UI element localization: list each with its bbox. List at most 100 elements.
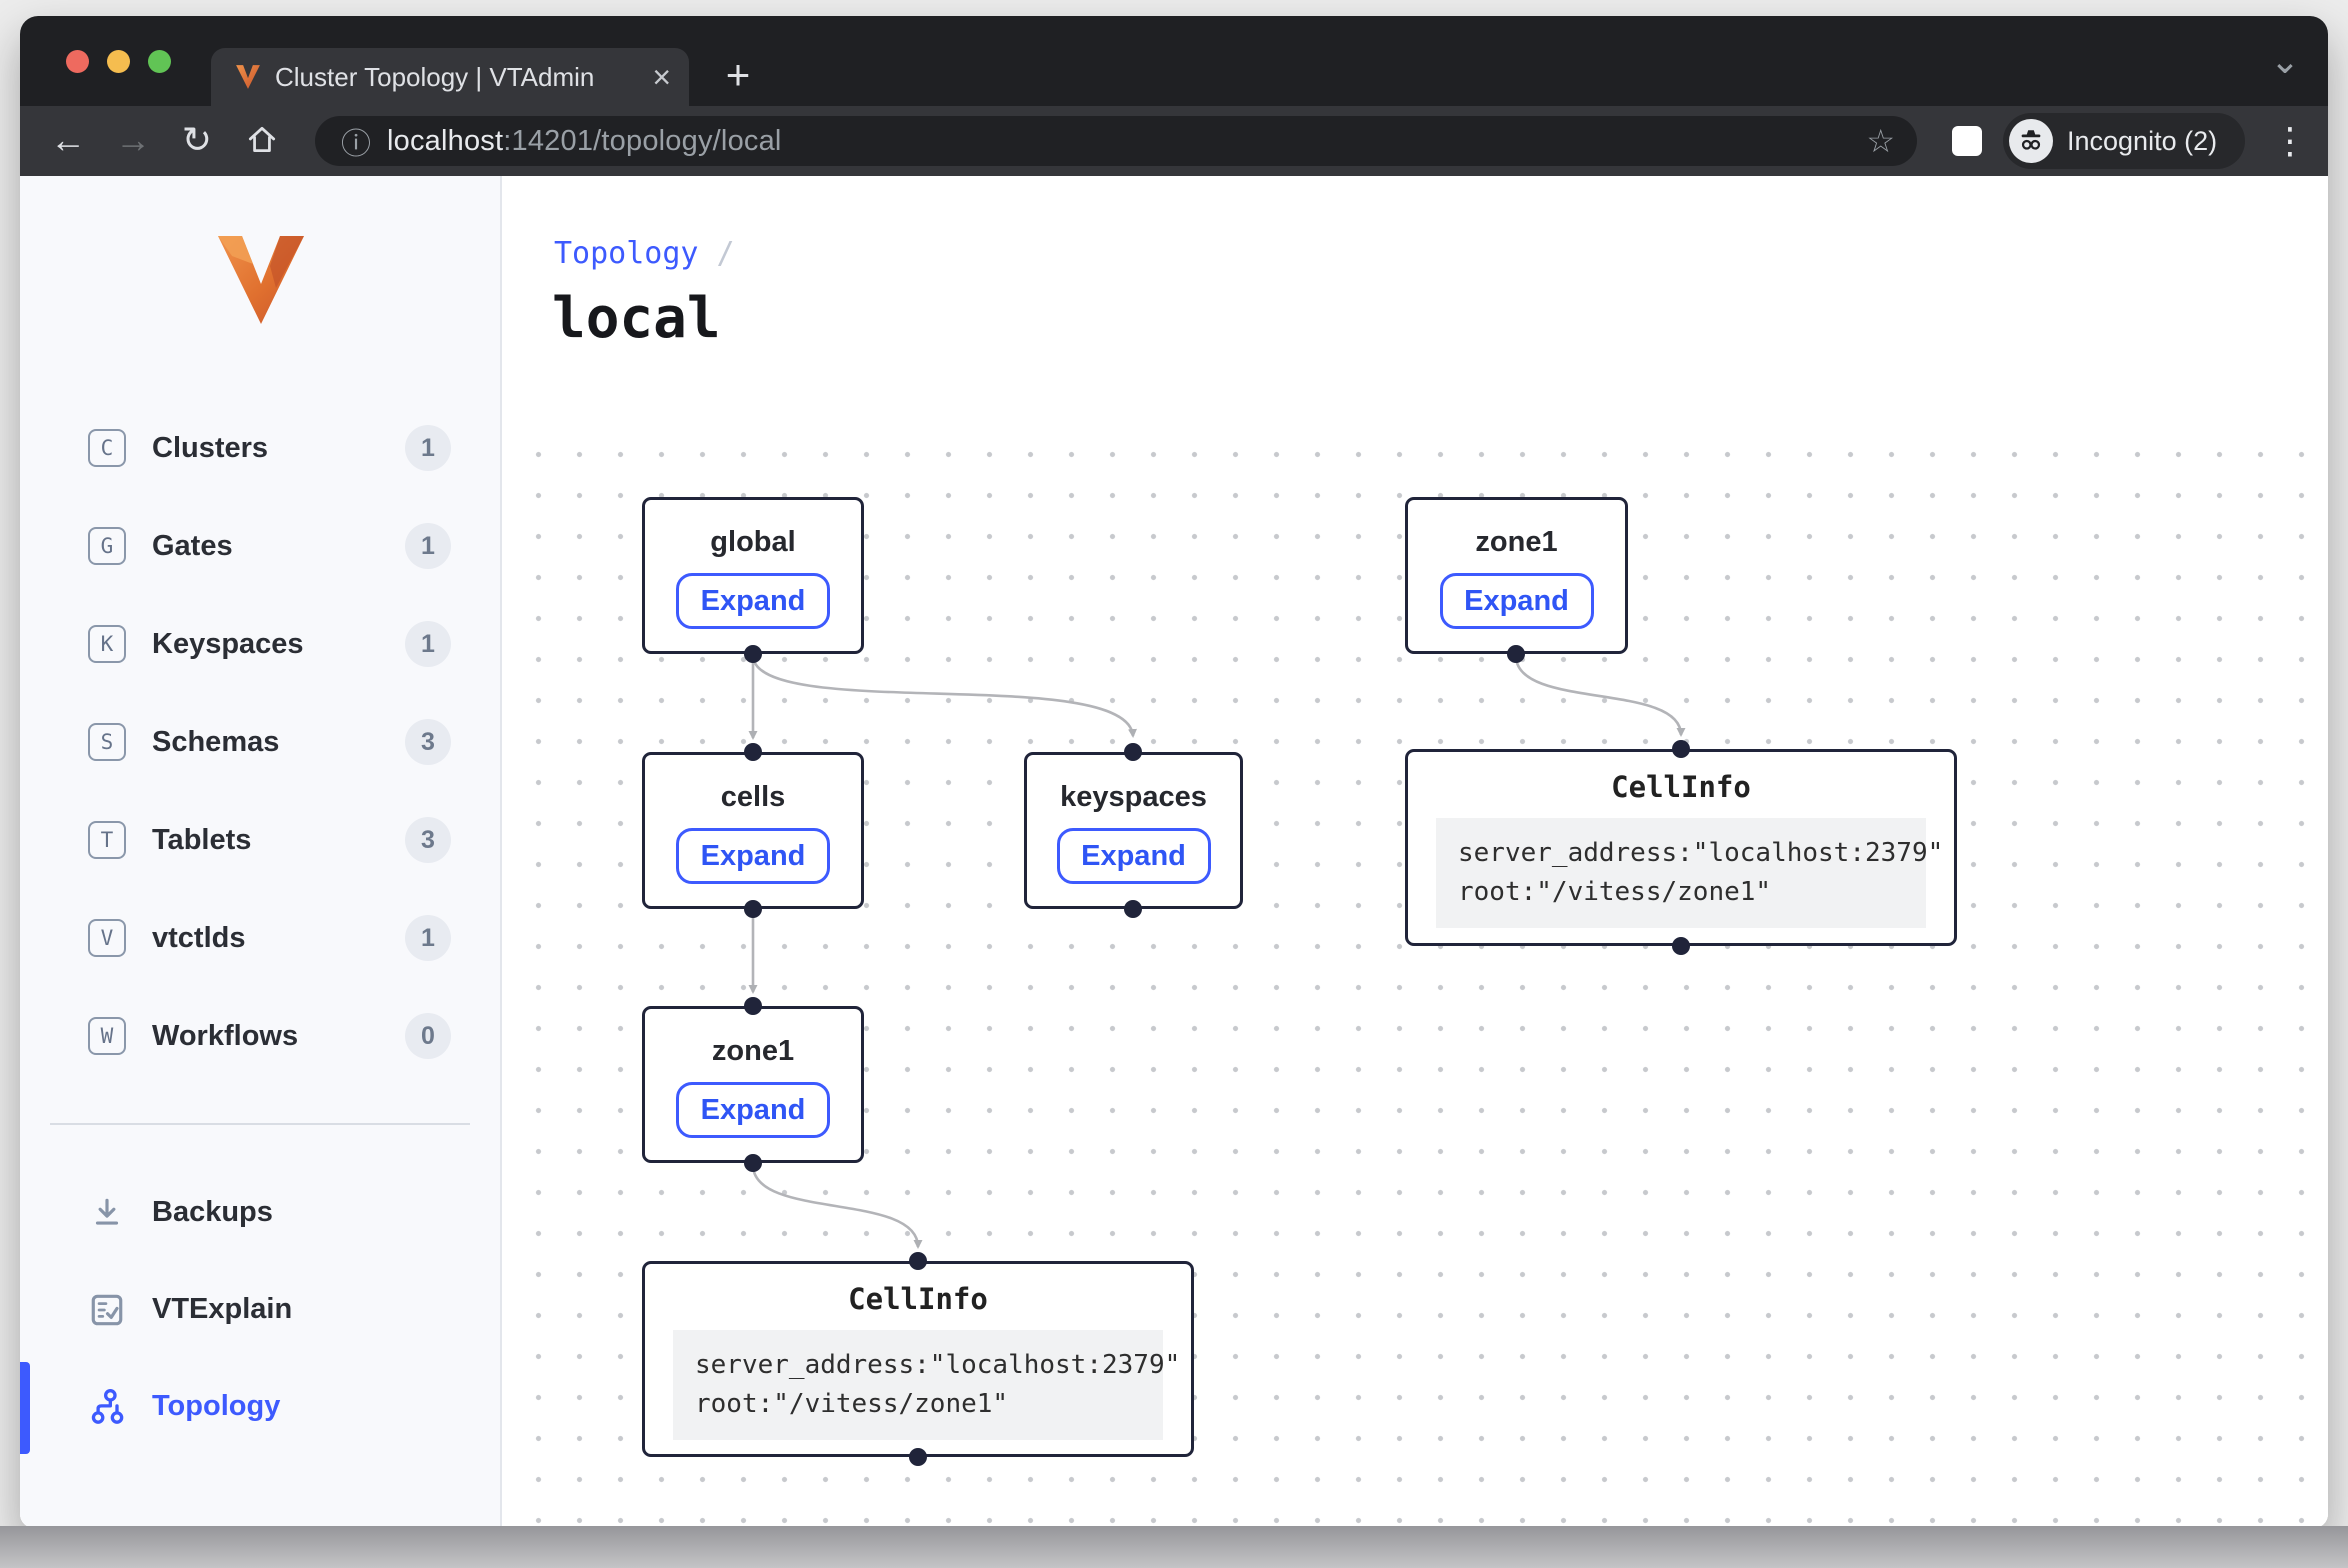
sidebar-item-workflows[interactable]: W Workflows 0	[20, 987, 500, 1085]
url-bar[interactable]: ⓘ localhost:14201/topology/local ☆	[315, 116, 1917, 166]
incognito-label: Incognito (2)	[2067, 126, 2217, 157]
traffic-lights	[66, 50, 171, 73]
expand-button[interactable]: Expand	[676, 1082, 830, 1138]
node-keyspaces[interactable]: keyspaces Expand	[1024, 752, 1243, 909]
edge-zone1-cellinfo-bottom	[753, 1165, 918, 1247]
download-icon	[86, 1194, 128, 1232]
url-path: :14201/topology/local	[503, 125, 781, 157]
home-button[interactable]	[236, 114, 288, 166]
count-badge: 0	[405, 1013, 451, 1059]
cellinfo-line: server_address:"localhost:2379"	[695, 1350, 1180, 1380]
node-cells[interactable]: cells Expand	[642, 752, 864, 909]
sidebar-item-gates[interactable]: G Gates 1	[20, 497, 500, 595]
expand-button[interactable]: Expand	[676, 573, 830, 629]
sidebar-item-clusters[interactable]: C Clusters 1	[20, 399, 500, 497]
tab-title: Cluster Topology | VTAdmin	[275, 62, 594, 93]
count-badge: 1	[405, 523, 451, 569]
count-badge: 1	[405, 621, 451, 667]
node-label: cells	[645, 781, 861, 814]
vitess-logo	[218, 236, 304, 329]
schemas-letter-icon: S	[88, 723, 126, 761]
count-badge: 1	[405, 425, 451, 471]
sidebar-item-label: Workflows	[152, 1020, 298, 1053]
home-icon	[245, 123, 279, 157]
node-zone1-top[interactable]: zone1 Expand	[1405, 497, 1628, 654]
document-check-icon	[86, 1291, 128, 1329]
sidebar-links: Backups VTExplain	[20, 1164, 500, 1455]
sidebar-item-schemas[interactable]: S Schemas 3	[20, 693, 500, 791]
count-badge: 3	[405, 817, 451, 863]
incognito-icon	[2016, 126, 2046, 156]
sidebar-item-label: Clusters	[152, 432, 268, 465]
sidebar-item-label: Backups	[152, 1196, 273, 1229]
sidebar-item-keyspaces[interactable]: K Keyspaces 1	[20, 595, 500, 693]
new-tab-button[interactable]: +	[714, 52, 762, 100]
sidebar-item-topology[interactable]: Topology	[20, 1358, 500, 1455]
minimize-window-button[interactable]	[107, 50, 130, 73]
forward-button[interactable]: →	[107, 114, 159, 166]
sidebar-item-label: Keyspaces	[152, 628, 304, 661]
page-title: local	[552, 286, 721, 351]
sidebar: C Clusters 1 G Gates 1 K Keyspaces 1 S S…	[20, 176, 502, 1528]
expand-button[interactable]: Expand	[1440, 573, 1594, 629]
active-item-indicator	[20, 1362, 30, 1454]
node-title: CellInfo	[1408, 770, 1954, 804]
browser-menu-button[interactable]: ⋮	[2272, 118, 2308, 164]
breadcrumb: Topology/	[554, 236, 735, 271]
count-badge: 1	[405, 915, 451, 961]
expand-button[interactable]: Expand	[676, 828, 830, 884]
sidebar-item-tablets[interactable]: T Tablets 3	[20, 791, 500, 889]
sidebar-item-backups[interactable]: Backups	[20, 1164, 500, 1261]
vitess-favicon	[235, 64, 261, 90]
site-info-icon[interactable]: ⓘ	[341, 119, 371, 163]
count-badge: 3	[405, 719, 451, 765]
sidebar-item-label: VTExplain	[152, 1293, 292, 1326]
url-text: localhost:14201/topology/local	[387, 125, 782, 158]
node-label: zone1	[645, 1035, 861, 1068]
incognito-avatar	[2009, 119, 2053, 163]
main-area: Topology/ local global Expand zone1 Expa…	[502, 176, 2328, 1528]
bookmark-star-icon[interactable]: ☆	[1866, 122, 1895, 160]
browser-tab[interactable]: Cluster Topology | VTAdmin ×	[211, 48, 689, 106]
close-window-button[interactable]	[66, 50, 89, 73]
breadcrumb-topology-link[interactable]: Topology	[554, 236, 699, 271]
sidebar-item-label: Schemas	[152, 726, 279, 759]
sidebar-item-label: Tablets	[152, 824, 251, 857]
zoom-window-button[interactable]	[148, 50, 171, 73]
node-label: global	[645, 526, 861, 559]
sidebar-nav: C Clusters 1 G Gates 1 K Keyspaces 1 S S…	[20, 399, 500, 1085]
gates-letter-icon: G	[88, 527, 126, 565]
hierarchy-icon	[86, 1387, 128, 1427]
sidebar-item-vtexplain[interactable]: VTExplain	[20, 1261, 500, 1358]
chevron-down-icon[interactable]: ⌄	[2270, 40, 2300, 82]
side-panel-icon[interactable]	[1952, 126, 1982, 156]
sidebar-divider	[50, 1123, 470, 1125]
expand-button[interactable]: Expand	[1057, 828, 1211, 884]
back-button[interactable]: ←	[42, 114, 94, 166]
node-cellinfo-zone1[interactable]: CellInfo server_address:"localhost:2379"…	[1405, 749, 1957, 946]
cellinfo-line: root:"/vitess/zone1"	[695, 1389, 1008, 1419]
tablets-letter-icon: T	[88, 821, 126, 859]
sidebar-item-label: Gates	[152, 530, 233, 563]
node-zone1-under-cells[interactable]: zone1 Expand	[642, 1006, 864, 1163]
desktop-background-strip	[0, 1526, 2348, 1568]
topology-canvas[interactable]: global Expand zone1 Expand cells Expand …	[502, 426, 2328, 1528]
url-host: localhost	[387, 125, 503, 157]
edge-global-keyspaces	[753, 656, 1133, 736]
vtctlds-letter-icon: V	[88, 919, 126, 957]
close-tab-icon[interactable]: ×	[652, 61, 671, 93]
reload-button[interactable]: ↻	[171, 114, 223, 166]
cellinfo-line: root:"/vitess/zone1"	[1458, 877, 1771, 907]
browser-window: Cluster Topology | VTAdmin × + ⌄ ← → ↻ ⓘ…	[20, 16, 2328, 1528]
tab-bar: Cluster Topology | VTAdmin × + ⌄	[20, 16, 2328, 106]
workflows-letter-icon: W	[88, 1017, 126, 1055]
page-content: C Clusters 1 G Gates 1 K Keyspaces 1 S S…	[20, 176, 2328, 1528]
sidebar-item-label: vtctlds	[152, 922, 245, 955]
cellinfo-code: server_address:"localhost:2379" root:"/v…	[1436, 818, 1926, 928]
incognito-badge[interactable]: Incognito (2)	[2003, 113, 2245, 169]
node-global[interactable]: global Expand	[642, 497, 864, 654]
browser-toolbar: ← → ↻ ⓘ localhost:14201/topology/local ☆	[20, 106, 2328, 176]
sidebar-item-vtctlds[interactable]: V vtctlds 1	[20, 889, 500, 987]
clusters-letter-icon: C	[88, 429, 126, 467]
node-cellinfo-bottom[interactable]: CellInfo server_address:"localhost:2379"…	[642, 1261, 1194, 1457]
